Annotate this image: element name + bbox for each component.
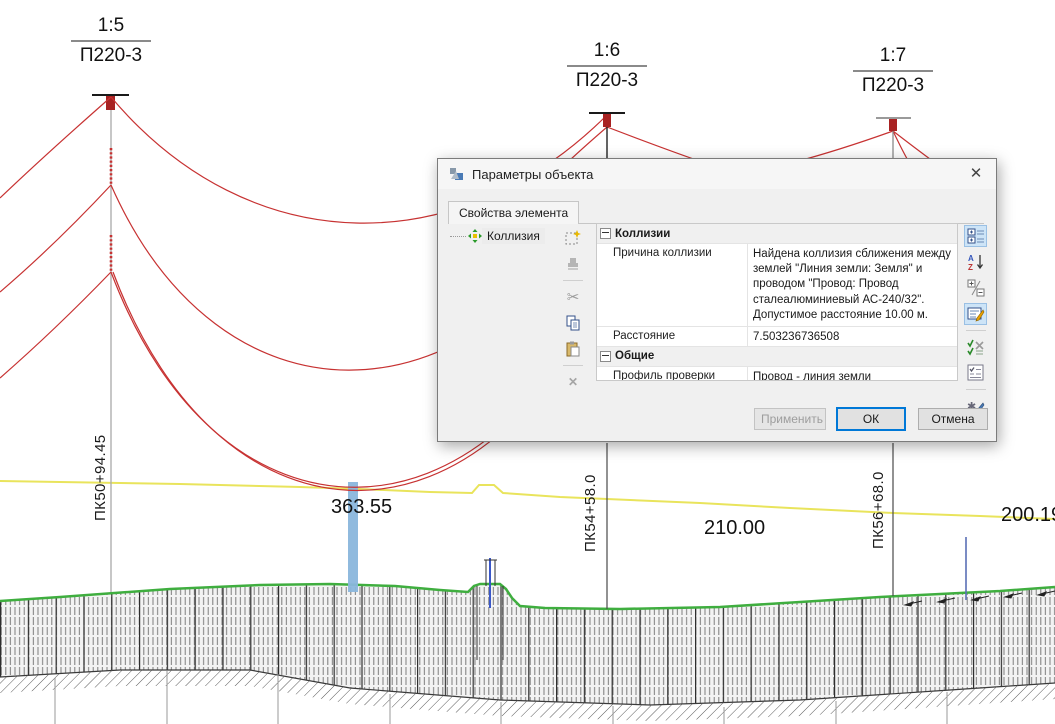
ok-button[interactable]: ОК [836, 407, 906, 431]
property-grid: Коллизии Причина коллизии Найдена коллиз… [596, 223, 958, 381]
cad-profile-view: { "drawing": { "towers": [ {"ratio": "1:… [0, 0, 1055, 724]
tower-label-2: 1:6 П220-3 [561, 40, 653, 92]
tower-label-3: 1:7 П220-3 [847, 45, 939, 97]
terrain-band [0, 584, 1055, 724]
tower-ratio: 1:6 [561, 40, 653, 62]
property-pages-icon[interactable] [964, 303, 987, 325]
dialog-titlebar[interactable]: Параметры объекта ✕ [438, 159, 996, 189]
paste-icon[interactable] [562, 338, 584, 360]
category-label: Коллизии [615, 228, 670, 240]
tab-element-properties[interactable]: Свойства элемента [448, 201, 579, 224]
station-label-2: ПК54+58.0 [582, 474, 599, 552]
property-value[interactable]: Провод - линия земли [747, 367, 957, 381]
property-row-reason: Причина коллизии Найдена коллизия сближе… [597, 243, 957, 326]
property-label: Причина коллизии [597, 244, 747, 326]
object-parameters-dialog: Параметры объекта ✕ Свойства элемента Ко… [437, 158, 997, 442]
cancel-button[interactable]: Отмена [918, 408, 988, 430]
new-selection-icon[interactable] [562, 227, 584, 249]
sort-alphabetical-icon[interactable]: A Z [964, 251, 987, 273]
app-icon [449, 166, 465, 182]
station-label-1: ПК50+94.45 [92, 435, 109, 522]
tower-type: П220-3 [561, 70, 653, 92]
toolbar-separator [563, 280, 583, 281]
category-collisions[interactable]: Коллизии [597, 224, 957, 243]
toolbar-separator [966, 389, 986, 390]
fraction-bar [853, 70, 933, 72]
svg-text:A: A [968, 254, 974, 263]
svg-text:Z: Z [968, 263, 973, 271]
expand-collapse-icon[interactable] [964, 277, 987, 299]
cut-icon[interactable]: ✂ [562, 286, 584, 308]
collapse-icon[interactable] [600, 351, 611, 362]
property-label: Расстояние [597, 327, 747, 346]
edit-toolbar: ✂ ✕ [560, 225, 586, 395]
grid-toolbar: A Z [962, 223, 989, 419]
dialog-title: Параметры объекта [472, 167, 593, 182]
tower-type: П220-3 [847, 75, 939, 97]
stamp-icon[interactable] [562, 253, 584, 275]
span-length-3: 200.19 [1001, 504, 1055, 527]
property-value[interactable]: Найдена коллизия сближения между землей … [747, 244, 957, 326]
apply-button[interactable]: Применить [754, 408, 826, 430]
delete-icon[interactable]: ✕ [562, 371, 584, 393]
tower-type: П220-3 [65, 45, 157, 67]
toolbar-separator [966, 330, 986, 331]
property-value[interactable]: 7.503236736508 [747, 327, 957, 346]
tower-ratio: 1:7 [847, 45, 939, 67]
tree-item-label: Коллизия [482, 228, 545, 244]
category-general[interactable]: Общие [597, 346, 957, 366]
check-errors-icon[interactable] [964, 336, 987, 358]
tower-label-1: 1:5 П220-3 [65, 15, 157, 67]
collapse-icon[interactable] [600, 228, 611, 239]
collision-icon [468, 229, 482, 243]
tree-leader-line [450, 236, 466, 237]
fraction-bar [71, 40, 151, 42]
close-icon[interactable]: ✕ [962, 163, 990, 185]
fraction-bar [567, 65, 647, 67]
span-length-2: 210.00 [704, 517, 765, 540]
property-row-profile: Профиль проверки Провод - линия земли [597, 366, 957, 381]
span-length-1: 363.55 [331, 496, 392, 519]
tree-item-collision[interactable]: Коллизия [450, 228, 558, 244]
property-label: Профиль проверки [597, 367, 747, 381]
checklist-icon[interactable] [964, 362, 987, 384]
clearance-line [0, 481, 1055, 519]
tab-strip: Свойства элемента [448, 200, 984, 224]
element-tree: Коллизия [450, 228, 558, 244]
tower-ratio: 1:5 [65, 15, 157, 37]
toolbar-separator [563, 365, 583, 366]
categorized-view-icon[interactable] [964, 225, 987, 247]
copy-icon[interactable] [562, 312, 584, 334]
property-row-distance: Расстояние 7.503236736508 [597, 326, 957, 346]
category-label: Общие [615, 350, 654, 362]
station-label-3: ПК56+68.0 [870, 471, 887, 549]
